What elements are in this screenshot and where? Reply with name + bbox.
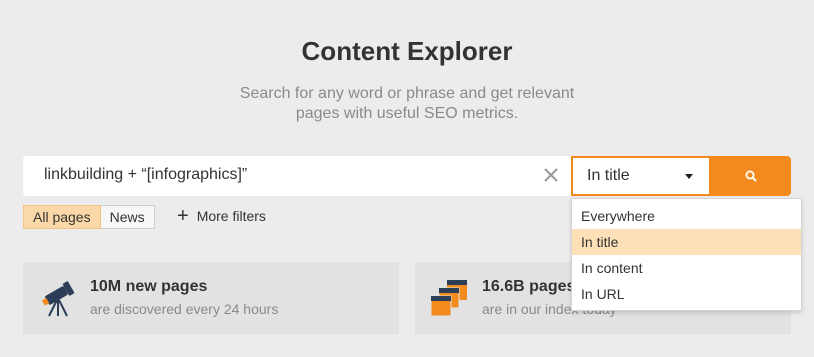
telescope-icon bbox=[37, 276, 81, 320]
more-filters-button[interactable]: + More filters bbox=[177, 206, 266, 226]
search-mode-select[interactable]: In title bbox=[571, 156, 711, 196]
page-subtitle: Search for any word or phrase and get re… bbox=[0, 84, 814, 124]
close-icon[interactable] bbox=[541, 165, 561, 185]
search-query-text[interactable]: linkbuilding + “[infographics]” bbox=[44, 166, 247, 184]
tab-news[interactable]: News bbox=[100, 205, 155, 229]
card-heading: 10M new pages bbox=[90, 278, 208, 295]
option-in-content[interactable]: In content bbox=[572, 255, 801, 281]
option-in-title[interactable]: In title bbox=[572, 229, 801, 255]
tab-all-pages[interactable]: All pages bbox=[23, 205, 101, 229]
option-everywhere[interactable]: Everywhere bbox=[572, 203, 801, 229]
stats-card-new-pages: 10M new pages are discovered every 24 ho… bbox=[23, 262, 399, 334]
subtitle-line-2: pages with useful SEO metrics. bbox=[295, 105, 519, 122]
card-subtext: are discovered every 24 hours bbox=[90, 301, 279, 317]
search-mode-value: In title bbox=[587, 167, 630, 184]
card-heading: 16.6B pages bbox=[482, 278, 576, 295]
plus-icon: + bbox=[177, 205, 189, 227]
search-button[interactable] bbox=[711, 156, 791, 196]
filter-tabs: All pages News bbox=[23, 205, 155, 229]
page-title: Content Explorer bbox=[301, 36, 513, 66]
pages-icon bbox=[429, 276, 473, 320]
search-icon bbox=[745, 170, 757, 182]
more-filters-label: More filters bbox=[196, 208, 266, 224]
chevron-down-icon bbox=[685, 174, 693, 179]
search-input[interactable]: linkbuilding + “[infographics]” bbox=[23, 156, 571, 196]
subtitle-line-1: Search for any word or phrase and get re… bbox=[239, 85, 575, 102]
option-in-url[interactable]: In URL bbox=[572, 281, 801, 307]
search-mode-dropdown: Everywhere In title In content In URL bbox=[571, 198, 802, 311]
